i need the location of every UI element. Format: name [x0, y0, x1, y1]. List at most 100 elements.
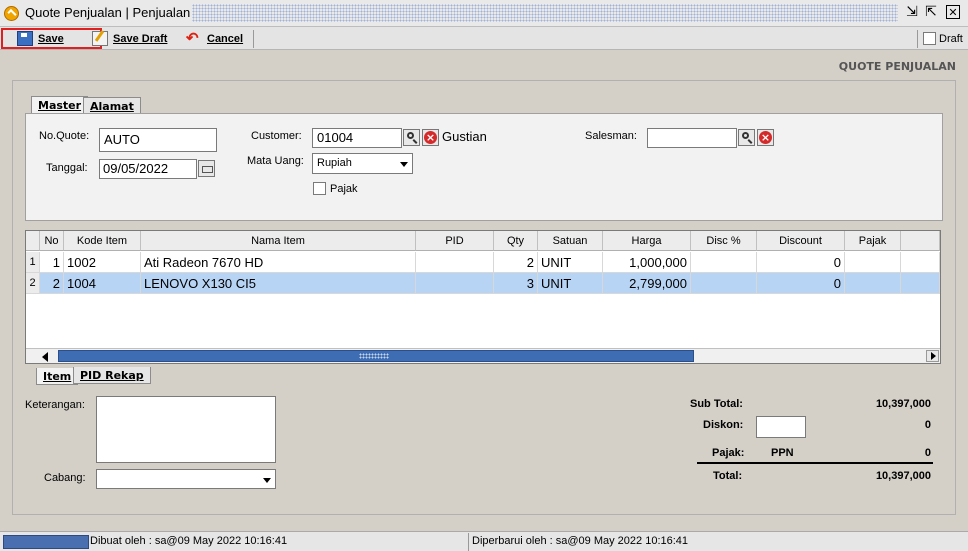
document-type-label: QUOTE PENJUALAN [838, 60, 956, 73]
scrollbar-thumb[interactable] [58, 350, 694, 362]
cell-satuan[interactable]: UNIT [538, 273, 603, 294]
cell-harga[interactable]: 2,799,000 [603, 273, 691, 294]
tanggal-field[interactable]: 09/05/2022 [99, 159, 197, 179]
app-icon [4, 6, 19, 21]
cell-satuan[interactable]: UNIT [538, 252, 603, 273]
cell-discount[interactable]: 0 [757, 252, 845, 273]
cell-nama[interactable]: LENOVO X130 CI5 [141, 273, 416, 294]
table-row[interactable]: 1 1 1002 Ati Radeon 7670 HD 2 UNIT 1,000… [26, 252, 940, 273]
draft-checkbox[interactable]: Draft [923, 32, 963, 45]
cell-kode[interactable]: 1004 [64, 273, 141, 294]
title-bar: Quote Penjualan | Penjualan ⇲ ⇱ ✕ [0, 0, 968, 27]
close-icon[interactable]: ✕ [946, 5, 960, 19]
row-header-corner [26, 231, 40, 251]
col-header-nama[interactable]: Nama Item [141, 231, 416, 251]
subtotal-value: 10,397,000 [875, 398, 931, 410]
no-quote-field[interactable]: AUTO [99, 128, 217, 152]
cell-qty[interactable]: 2 [494, 252, 538, 273]
cell-pajak[interactable] [845, 252, 901, 273]
tab-pid-rekap[interactable]: PID Rekap [73, 367, 151, 384]
row-number: 1 [26, 252, 40, 273]
col-header-pid[interactable]: PID [416, 231, 494, 251]
keterangan-label: Keterangan: [25, 399, 85, 411]
cell-nama[interactable]: Ati Radeon 7670 HD [141, 252, 416, 273]
pajak-checkbox[interactable]: Pajak [313, 182, 358, 195]
pajak-total-label: Pajak: [712, 447, 745, 459]
window-title: Quote Penjualan | Penjualan [25, 5, 191, 20]
tab-master[interactable]: Master [31, 96, 89, 113]
salesman-field[interactable] [647, 128, 737, 148]
created-by: Dibuat oleh : sa@09 May 2022 10:16:41 [90, 535, 288, 547]
cell-empty [901, 252, 940, 273]
save-button[interactable]: Save [1, 28, 102, 49]
cell-disc[interactable] [691, 273, 757, 294]
horizontal-scrollbar[interactable] [26, 348, 940, 363]
chevron-down-icon [400, 162, 408, 167]
cell-pajak[interactable] [845, 273, 901, 294]
tab-alamat[interactable]: Alamat [83, 97, 141, 114]
item-grid[interactable]: No Kode Item Nama Item PID Qty Satuan Ha… [25, 230, 941, 364]
cell-pid[interactable] [416, 273, 494, 294]
col-header-no[interactable]: No [40, 231, 64, 251]
diskon-field[interactable] [756, 416, 806, 438]
status-progress [3, 535, 89, 549]
toolbar-separator [253, 30, 254, 48]
save-draft-label: Save Draft [113, 32, 168, 45]
clear-icon[interactable] [422, 129, 439, 146]
scroll-right-arrow-icon[interactable] [926, 350, 939, 362]
pajak-checkbox-box[interactable] [313, 182, 326, 195]
clear-icon[interactable] [757, 129, 774, 146]
search-icon[interactable] [738, 129, 755, 146]
search-icon[interactable] [403, 129, 420, 146]
col-header-pajak[interactable]: Pajak [845, 231, 901, 251]
cell-disc[interactable] [691, 252, 757, 273]
mata-uang-select[interactable]: Rupiah [312, 153, 413, 174]
col-header-empty [901, 231, 940, 251]
tanggal-label: Tanggal: [46, 162, 88, 174]
col-header-kode[interactable]: Kode Item [64, 231, 141, 251]
save-label: Save [38, 32, 64, 45]
scrollbar-grip [359, 353, 389, 359]
status-divider [468, 533, 469, 551]
pajak-label: Pajak [330, 182, 358, 195]
toolbar: Save Save Draft ↶ Cancel Draft [0, 27, 968, 50]
mata-uang-value: Rupiah [317, 157, 352, 169]
calendar-icon[interactable] [198, 160, 215, 177]
cabang-select[interactable] [96, 469, 276, 489]
undo-icon: ↶ [186, 30, 199, 47]
cell-harga[interactable]: 1,000,000 [603, 252, 691, 273]
cancel-button[interactable]: ↶ Cancel [186, 28, 248, 49]
no-quote-label: No.Quote: [39, 130, 90, 142]
title-bar-pattern [192, 4, 898, 22]
cell-pid[interactable] [416, 252, 494, 273]
diskon-value: 0 [924, 419, 931, 431]
col-header-discount[interactable]: Discount [757, 231, 845, 251]
total-divider [697, 462, 933, 464]
tab-item[interactable]: Item [36, 368, 79, 385]
draft-checkbox-box[interactable] [923, 32, 936, 45]
cell-kode[interactable]: 1002 [64, 252, 141, 273]
keterangan-textarea[interactable] [96, 396, 276, 463]
cell-no[interactable]: 1 [40, 252, 64, 273]
col-header-disc[interactable]: Disc % [691, 231, 757, 251]
total-label: Total: [713, 470, 743, 482]
customer-code-field[interactable]: 01004 [312, 128, 402, 148]
floppy-disk-icon [17, 31, 33, 46]
col-header-harga[interactable]: Harga [603, 231, 691, 251]
maximize-icon[interactable]: ⇱ [923, 4, 939, 20]
cell-qty[interactable]: 3 [494, 273, 538, 294]
cabang-label: Cabang: [44, 472, 86, 484]
scroll-left-arrow-icon[interactable] [42, 352, 48, 362]
cell-no[interactable]: 2 [40, 273, 64, 294]
col-header-qty[interactable]: Qty [494, 231, 538, 251]
cell-discount[interactable]: 0 [757, 273, 845, 294]
pajak-type: PPN [771, 447, 794, 459]
restore-icon[interactable]: ⇲ [904, 4, 920, 20]
customer-label: Customer: [251, 130, 302, 142]
save-draft-button[interactable]: Save Draft [92, 28, 177, 49]
col-header-satuan[interactable]: Satuan [538, 231, 603, 251]
mata-uang-label: Mata Uang: [247, 155, 304, 167]
table-row[interactable]: 2 2 1004 LENOVO X130 CI5 3 UNIT 2,799,00… [26, 273, 940, 294]
customer-name: Gustian [442, 129, 487, 144]
updated-by: Diperbarui oleh : sa@09 May 2022 10:16:4… [472, 535, 689, 547]
